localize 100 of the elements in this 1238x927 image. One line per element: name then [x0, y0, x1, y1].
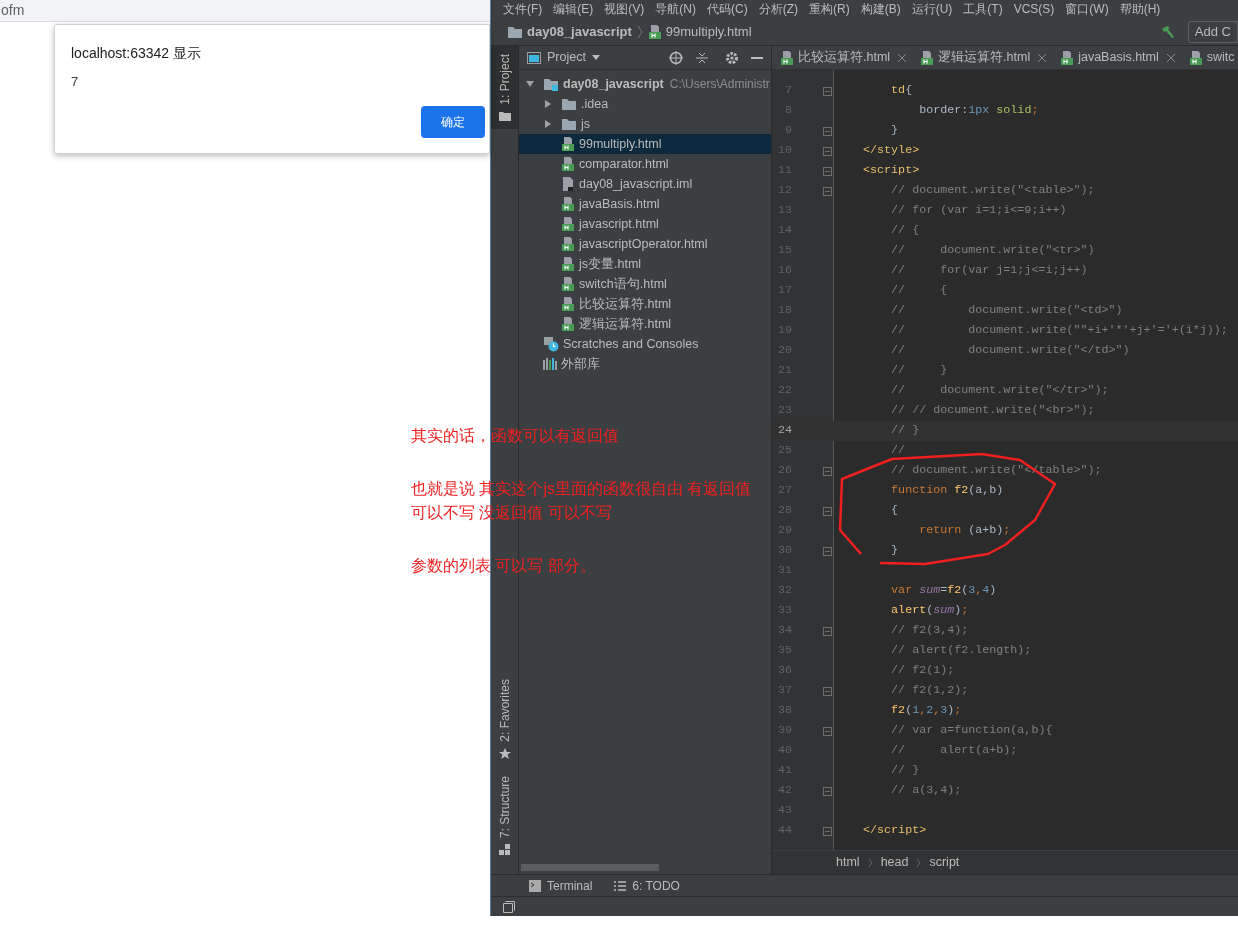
- fold-marker-icon[interactable]: [823, 466, 832, 476]
- tool-window-button[interactable]: 6: TODO: [614, 876, 680, 895]
- caret-icon[interactable]: [591, 54, 600, 61]
- tree-item[interactable]: javascriptOperator.html: [519, 234, 771, 254]
- tree-item-label: javaBasis.html: [579, 195, 660, 213]
- add-configuration-button[interactable]: Add C: [1187, 20, 1238, 43]
- editor-tab[interactable]: 比较运算符.html: [772, 46, 913, 69]
- breadcrumb-item[interactable]: head: [880, 853, 909, 872]
- tool-window-tab[interactable]: 7: Structure: [491, 767, 518, 864]
- tree-item[interactable]: javaBasis.html: [519, 194, 771, 214]
- menu-item[interactable]: 代码(C): [707, 0, 748, 18]
- tree-item-label: 外部库: [561, 355, 600, 373]
- breadcrumb-item[interactable]: script: [929, 853, 960, 872]
- menu-item[interactable]: 构建(B): [860, 0, 901, 18]
- breadcrumb-project[interactable]: day08_javascript: [527, 21, 632, 42]
- address-text: ofm: [1, 1, 25, 20]
- menu-item[interactable]: 窗口(W): [1065, 0, 1109, 18]
- collapse-icon[interactable]: [695, 50, 709, 65]
- folder-icon: [507, 24, 523, 39]
- fold-marker-icon[interactable]: [823, 626, 832, 636]
- code-line: // alert(a+b);: [890, 742, 1018, 760]
- close-icon[interactable]: [898, 53, 907, 62]
- code-line: <script>: [862, 162, 920, 180]
- code-line: td{: [890, 82, 913, 100]
- menu-item[interactable]: 导航(N): [655, 0, 696, 18]
- fold-marker-icon[interactable]: [823, 86, 832, 96]
- tree-item[interactable]: day08_javascript.iml: [519, 174, 771, 194]
- alert-message: 7: [71, 73, 80, 91]
- tree-item[interactable]: 外部库: [519, 354, 771, 374]
- tool-window-tab[interactable]: 1: Project: [491, 46, 518, 129]
- fold-marker-icon[interactable]: [823, 166, 832, 176]
- tree-item-label: day08_javascript: [563, 75, 664, 93]
- minimize-icon[interactable]: [751, 56, 763, 59]
- menu-item[interactable]: 运行(U): [911, 0, 953, 18]
- html-file-icon: [920, 49, 935, 66]
- layout-toggle-icon[interactable]: [503, 900, 515, 913]
- menu-item[interactable]: 分析(Z): [758, 0, 798, 18]
- tree-item-label: 逻辑运算符.html: [579, 315, 672, 333]
- tree-item[interactable]: 比较运算符.html: [519, 294, 771, 314]
- code-line: // }: [890, 422, 920, 440]
- menu-item[interactable]: 编辑(E): [553, 0, 594, 18]
- tree-item[interactable]: comparator.html: [519, 154, 771, 174]
- editor-tab[interactable]: switc: [1180, 46, 1238, 69]
- close-icon[interactable]: [1038, 53, 1047, 62]
- tree-item-label: comparator.html: [579, 155, 669, 173]
- tree-item[interactable]: js变量.html: [519, 254, 771, 274]
- menu-item[interactable]: 文件(F): [503, 0, 543, 18]
- tree-item[interactable]: switch语句.html: [519, 274, 771, 294]
- collapsed-arrow-icon[interactable]: [543, 99, 553, 109]
- fold-marker-icon[interactable]: [823, 146, 832, 156]
- tree-item-label: .idea: [581, 95, 609, 113]
- confirm-button[interactable]: 确定: [421, 105, 485, 138]
- fold-marker-icon[interactable]: [823, 506, 832, 516]
- html-file-icon: [561, 196, 575, 212]
- code-line: }: [890, 122, 899, 140]
- code-line: {: [890, 502, 899, 520]
- html-file-icon: [780, 49, 794, 66]
- fold-marker-icon[interactable]: [823, 726, 832, 736]
- tool-window-button[interactable]: Terminal: [529, 876, 593, 895]
- annotation-note: 其实的话，函数可以有返回值: [411, 426, 620, 446]
- editor-tab[interactable]: javaBasis.html: [1052, 46, 1181, 69]
- html-file-icon: [561, 316, 575, 332]
- tree-item[interactable]: js: [519, 114, 771, 134]
- html-file-icon: [561, 296, 575, 312]
- fold-marker-icon[interactable]: [823, 546, 832, 556]
- locate-icon[interactable]: [669, 50, 683, 65]
- tree-item[interactable]: 逻辑运算符.html: [519, 314, 771, 334]
- tree-item[interactable]: javascript.html: [519, 214, 771, 234]
- menu-item[interactable]: 重构(R): [809, 0, 850, 18]
- tree-item[interactable]: day08_javascript C:\Users\Administr: [519, 74, 771, 94]
- fold-marker-icon[interactable]: [823, 126, 832, 136]
- tree-item[interactable]: Scratches and Consoles: [519, 334, 771, 354]
- settings-icon[interactable]: [725, 50, 739, 65]
- menu-item[interactable]: VCS(S): [1013, 0, 1055, 18]
- fold-marker-icon[interactable]: [823, 686, 832, 696]
- code-line: f2(1,2,3);: [890, 702, 962, 720]
- menu-item[interactable]: 视图(V): [604, 0, 645, 18]
- code-line: // {: [890, 222, 920, 240]
- tool-window-tab[interactable]: 2: Favorites: [491, 671, 518, 768]
- tree-item[interactable]: .idea: [519, 94, 771, 114]
- panel-title[interactable]: Project: [547, 48, 586, 67]
- tree-item-label: Scratches and Consoles: [563, 335, 699, 353]
- menu-item[interactable]: 帮助(H): [1119, 0, 1161, 18]
- scrollbar[interactable]: [521, 864, 659, 871]
- code-editor[interactable]: [772, 70, 1238, 850]
- menu-item[interactable]: 工具(T): [963, 0, 1003, 18]
- window-icon: [527, 51, 541, 64]
- collapsed-arrow-icon[interactable]: [543, 119, 553, 129]
- library-icon: [543, 358, 557, 370]
- fold-marker-icon[interactable]: [823, 186, 832, 196]
- hammer-icon[interactable]: [1159, 23, 1176, 40]
- tree-item[interactable]: 99multiply.html: [519, 134, 771, 154]
- expanded-arrow-icon[interactable]: [525, 79, 535, 89]
- html-file-icon: [561, 156, 575, 172]
- breadcrumb-item[interactable]: html: [836, 853, 860, 872]
- fold-marker-icon[interactable]: [823, 826, 832, 836]
- editor-tab[interactable]: 逻辑运算符.html: [912, 46, 1053, 69]
- fold-marker-icon[interactable]: [823, 786, 832, 796]
- breadcrumb-file[interactable]: 99multiply.html: [665, 21, 752, 42]
- close-icon[interactable]: [1166, 53, 1175, 62]
